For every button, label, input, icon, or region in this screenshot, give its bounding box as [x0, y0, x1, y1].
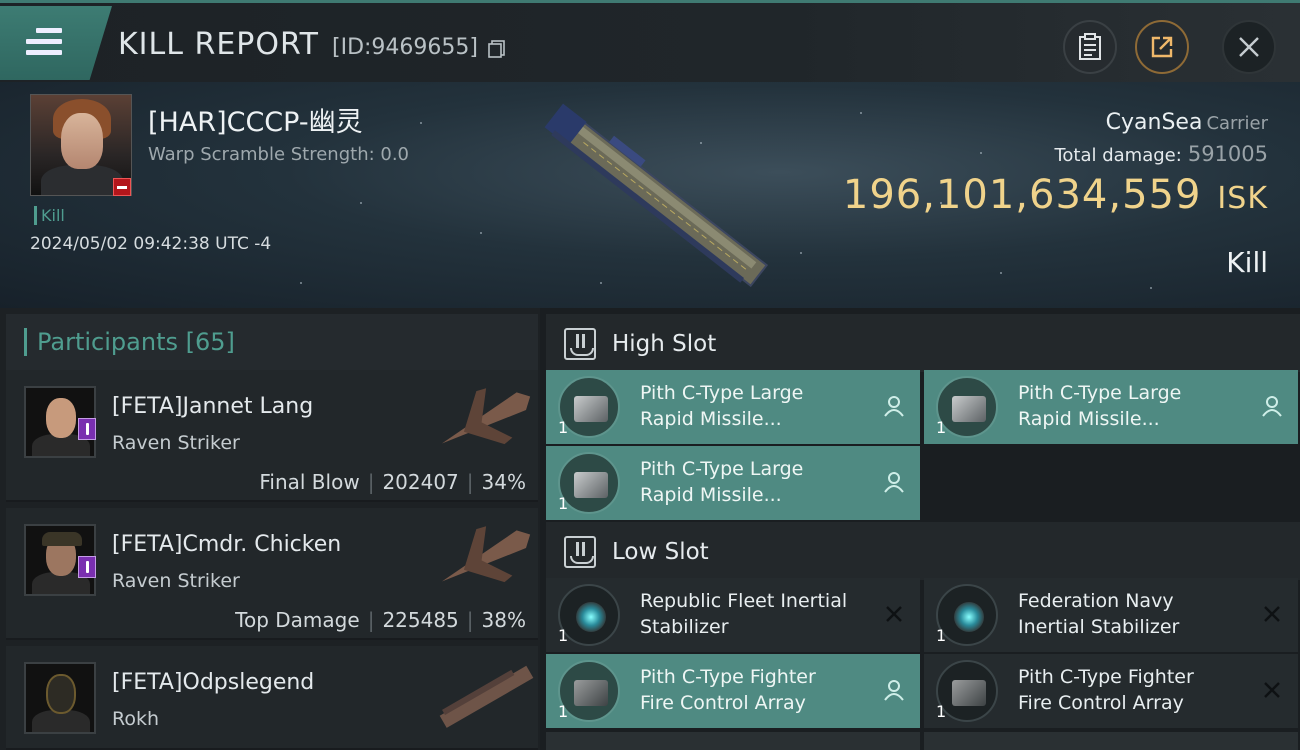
- victim-name[interactable]: [HAR]CCCP-幽灵: [148, 100, 363, 139]
- top-bar: KILL REPORT [ID:9469655]: [0, 0, 1300, 82]
- participants-label: Participants [65]: [24, 328, 235, 356]
- total-damage-value: 591005: [1187, 142, 1268, 166]
- total-damage-label: Total damage:: [1054, 145, 1182, 166]
- module-quantity: 1: [558, 626, 569, 645]
- warp-scramble-strength: Warp Scramble Strength: 0.0: [148, 144, 410, 165]
- isk-unit: ISK: [1217, 181, 1268, 216]
- module-name: Republic Fleet Inertial Stabilizer: [640, 590, 848, 638]
- low-slot-title: Low Slot: [612, 539, 709, 565]
- minus-badge-icon: [113, 178, 131, 196]
- isk-value: 196,101,634,559 ISK: [843, 172, 1268, 218]
- clipboard-button[interactable]: [1063, 20, 1117, 74]
- participant-ship: Rokh: [112, 708, 160, 730]
- module-quantity: 1: [936, 702, 947, 721]
- total-damage: Total damage: 591005: [1054, 142, 1268, 166]
- raven-striker-ship-icon: [441, 388, 531, 445]
- module-slot-partial[interactable]: [924, 732, 1298, 750]
- person-icon: [884, 472, 904, 493]
- low-slot-icon: [564, 536, 596, 568]
- kill-id: [ID:9469655]: [332, 35, 478, 60]
- participant-row[interactable]: [FETA]Cmdr. Chicken Raven Striker Top Da…: [6, 508, 538, 640]
- victim-banner: [HAR]CCCP-幽灵 Warp Scramble Strength: 0.0…: [0, 82, 1300, 308]
- close-button[interactable]: [1222, 20, 1276, 74]
- module-slot[interactable]: 1 Pith C-Type Large Rapid Missile...: [546, 446, 920, 520]
- participant-stats: Final Blow | 202407 | 34%: [259, 470, 526, 494]
- participant-percent: 38%: [481, 608, 526, 632]
- module-slot[interactable]: 1 Pith C-Type Fighter Fire Control Array: [924, 654, 1298, 728]
- high-slot-header: High Slot: [546, 314, 1300, 372]
- participant-damage: 202407: [382, 470, 459, 494]
- clipboard-icon: [1079, 33, 1101, 60]
- module-slot[interactable]: 1 Pith C-Type Large Rapid Missile...: [546, 370, 920, 444]
- rokh-ship-icon: [439, 665, 534, 728]
- solar-system[interactable]: CyanSea: [1106, 110, 1203, 135]
- kill-timestamp: 2024/05/02 09:42:38 UTC -4: [30, 234, 272, 254]
- module-quantity: 1: [936, 418, 947, 437]
- module-slot[interactable]: 1 Pith C-Type Large Rapid Missile...: [924, 370, 1298, 444]
- module-slot[interactable]: 1 Federation Navy Inertial Stabilizer: [924, 578, 1298, 652]
- high-slot-icon: [564, 328, 596, 360]
- participant-row[interactable]: [FETA]Jannet Lang Raven Striker Final Bl…: [6, 370, 538, 502]
- module-quantity: 1: [558, 418, 569, 437]
- participant-name: [FETA]Odpslegend: [112, 670, 315, 695]
- high-slot-title: High Slot: [612, 331, 717, 357]
- person-icon: [1262, 396, 1282, 417]
- avatar[interactable]: [24, 662, 96, 734]
- menu-button[interactable]: [0, 6, 112, 80]
- participant-row[interactable]: [FETA]Odpslegend Rokh: [6, 646, 538, 750]
- participants-header[interactable]: Participants [65]: [6, 314, 538, 372]
- module-quantity: 1: [936, 626, 947, 645]
- module-slot[interactable]: 1 Republic Fleet Inertial Stabilizer: [546, 578, 920, 652]
- copy-icon[interactable]: [487, 39, 507, 59]
- participant-ship: Raven Striker: [112, 570, 240, 592]
- fitting-panel: High Slot 1 Pith C-Type Large Rapid Missi…: [540, 308, 1300, 750]
- module-name: Pith C-Type Large Rapid Missile...: [1018, 382, 1182, 430]
- participant-ship: Raven Striker: [112, 432, 240, 454]
- page-title: KILL REPORT: [118, 27, 319, 62]
- destroyed-x-icon: [1264, 606, 1280, 622]
- low-slot-header: Low Slot: [546, 522, 1300, 580]
- hamburger-menu-icon: [26, 28, 62, 58]
- module-name: Pith C-Type Large Rapid Missile...: [640, 382, 804, 430]
- corp-role-badge-icon: [78, 418, 96, 440]
- participant-stats: Top Damage | 225485 | 38%: [235, 608, 526, 632]
- module-slot-partial[interactable]: [546, 732, 920, 750]
- isk-amount: 196,101,634,559: [842, 172, 1202, 218]
- participants-panel: Participants [65] [FETA]Jannet Lang Rave…: [0, 308, 540, 750]
- destroyed-x-icon: [1264, 682, 1280, 698]
- raven-striker-ship-icon: [441, 526, 531, 583]
- participant-percent: 34%: [481, 470, 526, 494]
- module-slot[interactable]: 1 Pith C-Type Fighter Fire Control Array: [546, 654, 920, 728]
- share-icon: [1151, 36, 1173, 58]
- corp-role-badge-icon: [78, 556, 96, 578]
- kill-tag: Kill: [34, 206, 65, 225]
- outcome-label: Kill: [1226, 246, 1268, 279]
- participant-name: [FETA]Jannet Lang: [112, 394, 314, 419]
- participant-name: [FETA]Cmdr. Chicken: [112, 532, 342, 557]
- close-icon: [1239, 37, 1259, 57]
- destroyed-x-icon: [886, 606, 902, 622]
- participant-damage: 225485: [382, 608, 459, 632]
- module-name: Pith C-Type Fighter Fire Control Array: [640, 666, 816, 714]
- module-name: Pith C-Type Fighter Fire Control Array: [1018, 666, 1194, 714]
- ship-class: Carrier: [1206, 113, 1268, 134]
- carrier-ship-image: [544, 103, 769, 288]
- person-icon: [884, 396, 904, 417]
- module-name: Federation Navy Inertial Stabilizer: [1018, 590, 1180, 638]
- share-button[interactable]: [1135, 20, 1189, 74]
- participant-role: Top Damage: [235, 608, 360, 632]
- person-icon: [884, 680, 904, 701]
- module-quantity: 1: [558, 494, 569, 513]
- participant-role: Final Blow: [259, 470, 360, 494]
- module-name: Pith C-Type Large Rapid Missile...: [640, 458, 804, 506]
- system-and-class: CyanSea Carrier: [1106, 110, 1268, 135]
- module-quantity: 1: [558, 702, 569, 721]
